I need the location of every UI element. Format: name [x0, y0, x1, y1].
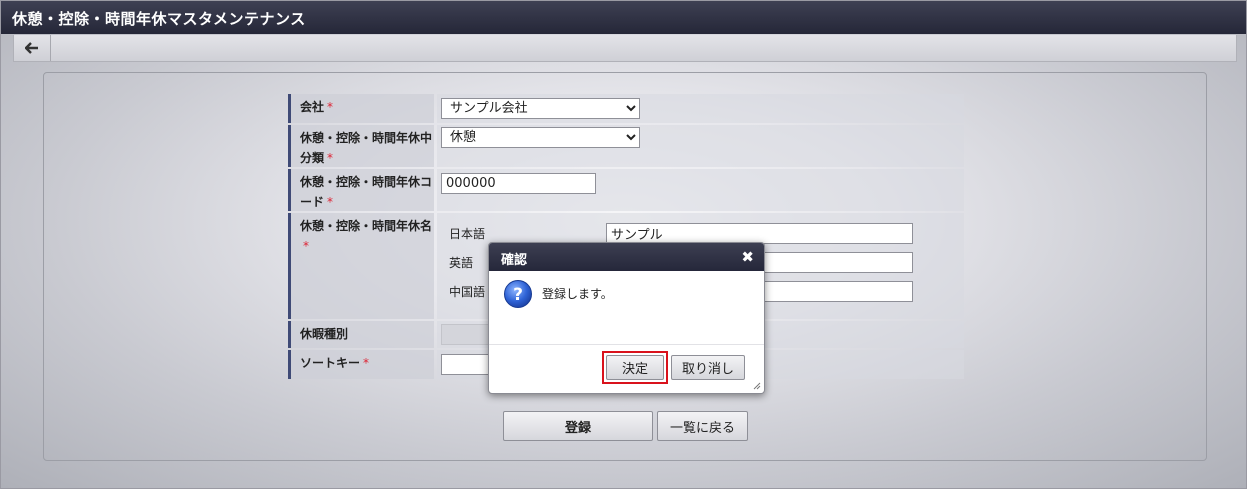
svg-text:?: ? [513, 285, 523, 305]
lang-label-zh: 中国語 [449, 285, 486, 299]
app-window: 休憩・控除・時間年休マスタメンテナンス 会社 * サンプル会社 休憩・控除・時間年… [0, 0, 1247, 489]
category-select[interactable]: 休憩 [441, 127, 640, 148]
back-button[interactable] [14, 35, 51, 61]
back-to-list-button[interactable]: 一覧に戻る [657, 411, 748, 441]
ok-button[interactable]: 決定 [606, 355, 664, 380]
dialog-title: 確認 [501, 253, 528, 268]
row-category: 休憩・控除・時間年休中分類 * 休憩 [288, 125, 964, 167]
sort-key-label: ソートキー * [288, 350, 434, 379]
arrow-left-icon [25, 42, 38, 54]
close-icon[interactable]: ✖ [741, 248, 754, 266]
dialog-message: 登録します。 [542, 287, 613, 301]
lang-label-ja: 日本語 [449, 227, 486, 241]
name-label: 休憩・控除・時間年休名* [288, 213, 434, 319]
lang-label-en: 英語 [449, 256, 474, 270]
company-select[interactable]: サンプル会社 [441, 98, 640, 119]
required-mark: * [303, 239, 309, 253]
required-mark: * [327, 151, 334, 165]
resize-handle-icon[interactable] [753, 382, 761, 390]
confirm-dialog: 確認 ✖ ? 登録します。 決定 取り消し [488, 242, 765, 394]
page-title: 休憩・控除・時間年休マスタメンテナンス [12, 10, 306, 28]
company-label: 会社 * [288, 94, 434, 123]
required-mark: * [327, 100, 334, 114]
code-label: 休憩・控除・時間年休コード * [288, 169, 434, 211]
question-icon: ? [504, 280, 532, 308]
register-button[interactable]: 登録 [503, 411, 653, 441]
toolbar [13, 35, 1237, 62]
cancel-button[interactable]: 取り消し [671, 355, 745, 380]
category-label: 休憩・控除・時間年休中分類 * [288, 125, 434, 167]
company-field-cell: サンプル会社 [437, 94, 964, 123]
name-ja-input[interactable] [606, 223, 913, 244]
row-code: 休憩・控除・時間年休コード * [288, 169, 964, 211]
required-mark: * [327, 195, 334, 209]
row-company: 会社 * サンプル会社 [288, 94, 964, 123]
leave-type-label: 休暇種別 [288, 321, 434, 348]
dialog-title-bar: 確認 ✖ [489, 243, 764, 271]
code-input[interactable] [441, 173, 596, 194]
code-field-cell [437, 169, 964, 211]
dialog-divider [489, 344, 764, 345]
title-bar: 休憩・控除・時間年休マスタメンテナンス [1, 1, 1246, 34]
category-field-cell: 休憩 [437, 125, 964, 167]
required-mark: * [363, 356, 370, 370]
